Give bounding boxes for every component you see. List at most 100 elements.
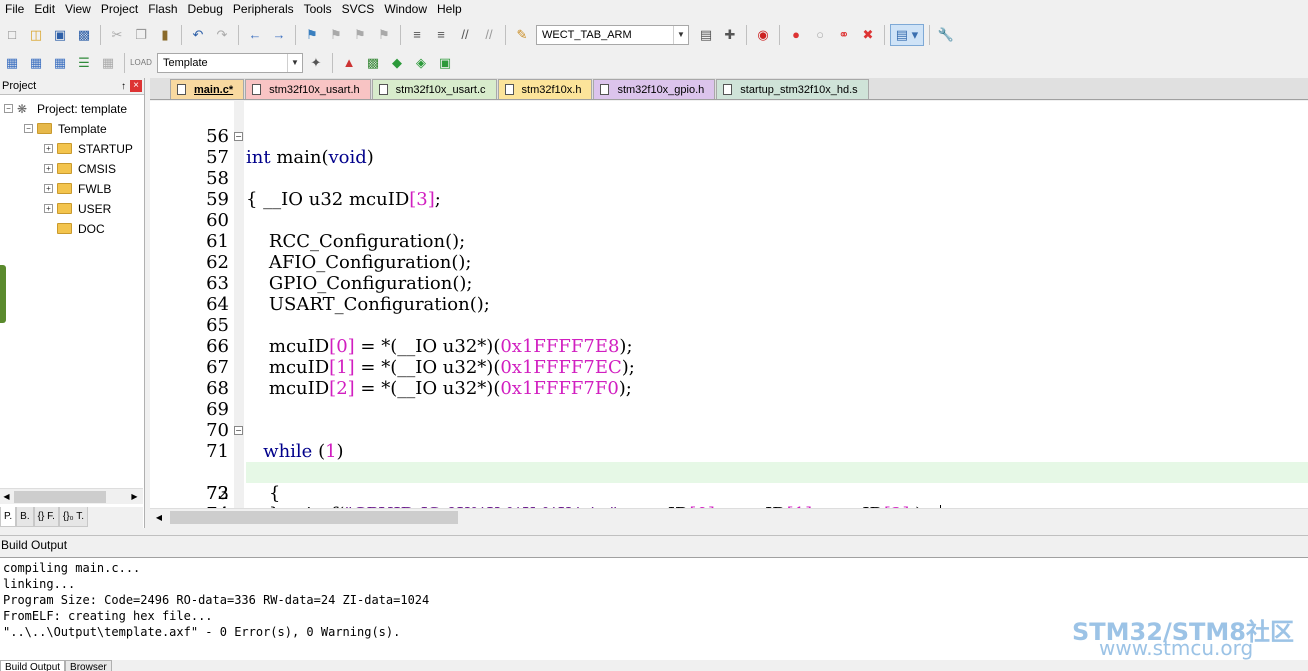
tab-stm32f10x-h[interactable]: stm32f10x.h [497, 79, 593, 99]
tree-root[interactable]: − ❋ Project: template [4, 99, 127, 118]
prev-bookmark-icon[interactable]: ⚑ [325, 24, 347, 46]
tab-project[interactable]: P. [0, 507, 17, 527]
project-panel-tabs: P. B. {} F. {}₀ T. [0, 507, 143, 528]
expand-icon[interactable]: + [44, 204, 53, 213]
manage-components-icon[interactable]: ▲ [338, 52, 360, 74]
folder-icon [57, 143, 72, 154]
tab-build-output[interactable]: Build Output [0, 660, 66, 671]
new-file-icon[interactable]: □ [1, 24, 23, 46]
disable-breakpoints-icon[interactable]: ⚭ [833, 24, 855, 46]
save-all-icon[interactable]: ▩ [73, 24, 95, 46]
tab-browser[interactable]: Browser [65, 660, 112, 671]
build-icon[interactable]: ▦ [25, 52, 47, 74]
toolbar-separator [400, 24, 401, 45]
menu-file[interactable]: File [0, 0, 29, 19]
nav-back-icon[interactable]: ← [244, 24, 266, 46]
bookmark-icon[interactable]: ⚑ [301, 24, 323, 46]
cut-icon[interactable]: ✂ [106, 24, 128, 46]
translate-icon[interactable]: ▦ [1, 52, 23, 74]
configure-icon[interactable]: 🔧 [935, 24, 957, 46]
target-options-icon[interactable]: ✦ [305, 52, 327, 74]
menu-tools[interactable]: Tools [299, 0, 337, 19]
tab-functions[interactable]: {} F. [33, 507, 59, 527]
find-icon[interactable]: ▤ [695, 24, 717, 46]
insert-breakpoint-icon[interactable]: ● [785, 24, 807, 46]
unindent-icon[interactable]: ≡ [430, 24, 452, 46]
collapse-icon[interactable]: − [4, 104, 13, 113]
menu-peripherals[interactable]: Peripherals [228, 0, 299, 19]
clear-bookmarks-icon[interactable]: ⚑ [373, 24, 395, 46]
collapse-icon[interactable]: − [24, 124, 33, 133]
paste-icon[interactable]: ▮ [154, 24, 176, 46]
editor-hscrollbar[interactable]: ◀ [150, 508, 1308, 526]
rte-icon[interactable]: ◈ [410, 52, 432, 74]
target-combo[interactable]: WECT_TAB_ARM ▼ [536, 24, 689, 45]
menu-view[interactable]: View [60, 0, 96, 19]
expand-icon[interactable]: + [44, 164, 53, 173]
kill-breakpoints-icon[interactable]: ✖ [857, 24, 879, 46]
debug-session-icon[interactable]: ◉ [752, 24, 774, 46]
tab-stm32f10x-usart-h[interactable]: stm32f10x_usart.h [245, 79, 371, 99]
find-in-files-icon[interactable]: ✎ [511, 24, 533, 46]
rebuild-icon[interactable]: ▦ [49, 52, 71, 74]
software-packs-icon[interactable]: ▣ [434, 52, 456, 74]
scroll-thumb[interactable] [170, 511, 458, 524]
menu-flash[interactable]: Flash [143, 0, 182, 19]
scroll-left-icon[interactable]: ◀ [0, 490, 13, 504]
chevron-down-icon[interactable]: ▼ [287, 53, 302, 72]
tree-group[interactable]: + STARTUP [44, 139, 133, 158]
tree-group[interactable]: + FWLB [44, 179, 111, 198]
code-editor[interactable]: 56 int main(void) 57 − { 58 __IO u32 mcu… [150, 101, 1308, 508]
expand-icon[interactable]: + [44, 144, 53, 153]
select-packs-icon[interactable]: ▩ [362, 52, 384, 74]
toolbar-separator [181, 24, 182, 45]
menu-window[interactable]: Window [379, 0, 432, 19]
tab-main-c[interactable]: main.c* [170, 79, 245, 99]
expand-icon[interactable]: + [44, 184, 53, 193]
menu-edit[interactable]: Edit [29, 0, 60, 19]
batch-build-icon[interactable]: ☰ [73, 52, 95, 74]
tree-group[interactable]: DOC [57, 219, 105, 238]
chevron-down-icon[interactable]: ▼ [673, 25, 688, 44]
tree-group[interactable]: + CMSIS [44, 159, 116, 178]
nav-forward-icon[interactable]: → [268, 24, 290, 46]
enable-breakpoint-icon[interactable]: ○ [809, 24, 831, 46]
menu-project[interactable]: Project [96, 0, 143, 19]
open-folder-icon[interactable]: ◫ [25, 24, 47, 46]
pin-icon[interactable]: ↑ [121, 81, 126, 92]
scroll-thumb[interactable] [14, 491, 106, 503]
tab-stm32f10x-gpio-h[interactable]: stm32f10x_gpio.h [593, 79, 716, 99]
project-hscrollbar[interactable]: ◀ ▶ [0, 488, 143, 504]
download-icon[interactable]: LOAD [130, 52, 152, 74]
save-icon[interactable]: ▣ [49, 24, 71, 46]
redo-icon[interactable]: ↷ [211, 24, 233, 46]
menu-debug[interactable]: Debug [183, 0, 228, 19]
tree-group[interactable]: + USER [44, 199, 111, 218]
scroll-right-icon[interactable]: ▶ [128, 490, 141, 504]
side-widget[interactable] [0, 265, 6, 323]
next-bookmark-icon[interactable]: ⚑ [349, 24, 371, 46]
menu-help[interactable]: Help [432, 0, 467, 19]
menu-svcs[interactable]: SVCS [337, 0, 380, 19]
pack-installer-icon[interactable]: ◆ [386, 52, 408, 74]
incremental-find-icon[interactable]: ✚ [719, 24, 741, 46]
build-output-line: compiling main.c... [3, 561, 141, 575]
build-output-line: FromELF: creating hex file... [3, 609, 213, 623]
indent-icon[interactable]: ≡ [406, 24, 428, 46]
fold-toggle-icon[interactable]: − [234, 426, 243, 435]
close-icon[interactable]: × [130, 80, 142, 92]
project-target-combo[interactable]: Template ▼ [157, 52, 303, 73]
tab-books[interactable]: B. [16, 507, 34, 527]
copy-icon[interactable]: ❐ [130, 24, 152, 46]
comment-icon[interactable]: // [454, 24, 476, 46]
uncomment-icon[interactable]: // [478, 24, 500, 46]
scroll-left-icon[interactable]: ◀ [152, 511, 166, 525]
stop-build-icon[interactable]: ▦ [97, 52, 119, 74]
window-layout-icon[interactable]: ▤ ▾ [890, 23, 924, 46]
fold-toggle-icon[interactable]: − [234, 132, 243, 141]
tab-stm32f10x-usart-c[interactable]: stm32f10x_usart.c [371, 79, 497, 99]
tab-startup-s[interactable]: startup_stm32f10x_hd.s [716, 79, 869, 99]
tab-templates[interactable]: {}₀ T. [58, 507, 89, 527]
tree-target[interactable]: − Template [24, 119, 107, 138]
undo-icon[interactable]: ↶ [187, 24, 209, 46]
